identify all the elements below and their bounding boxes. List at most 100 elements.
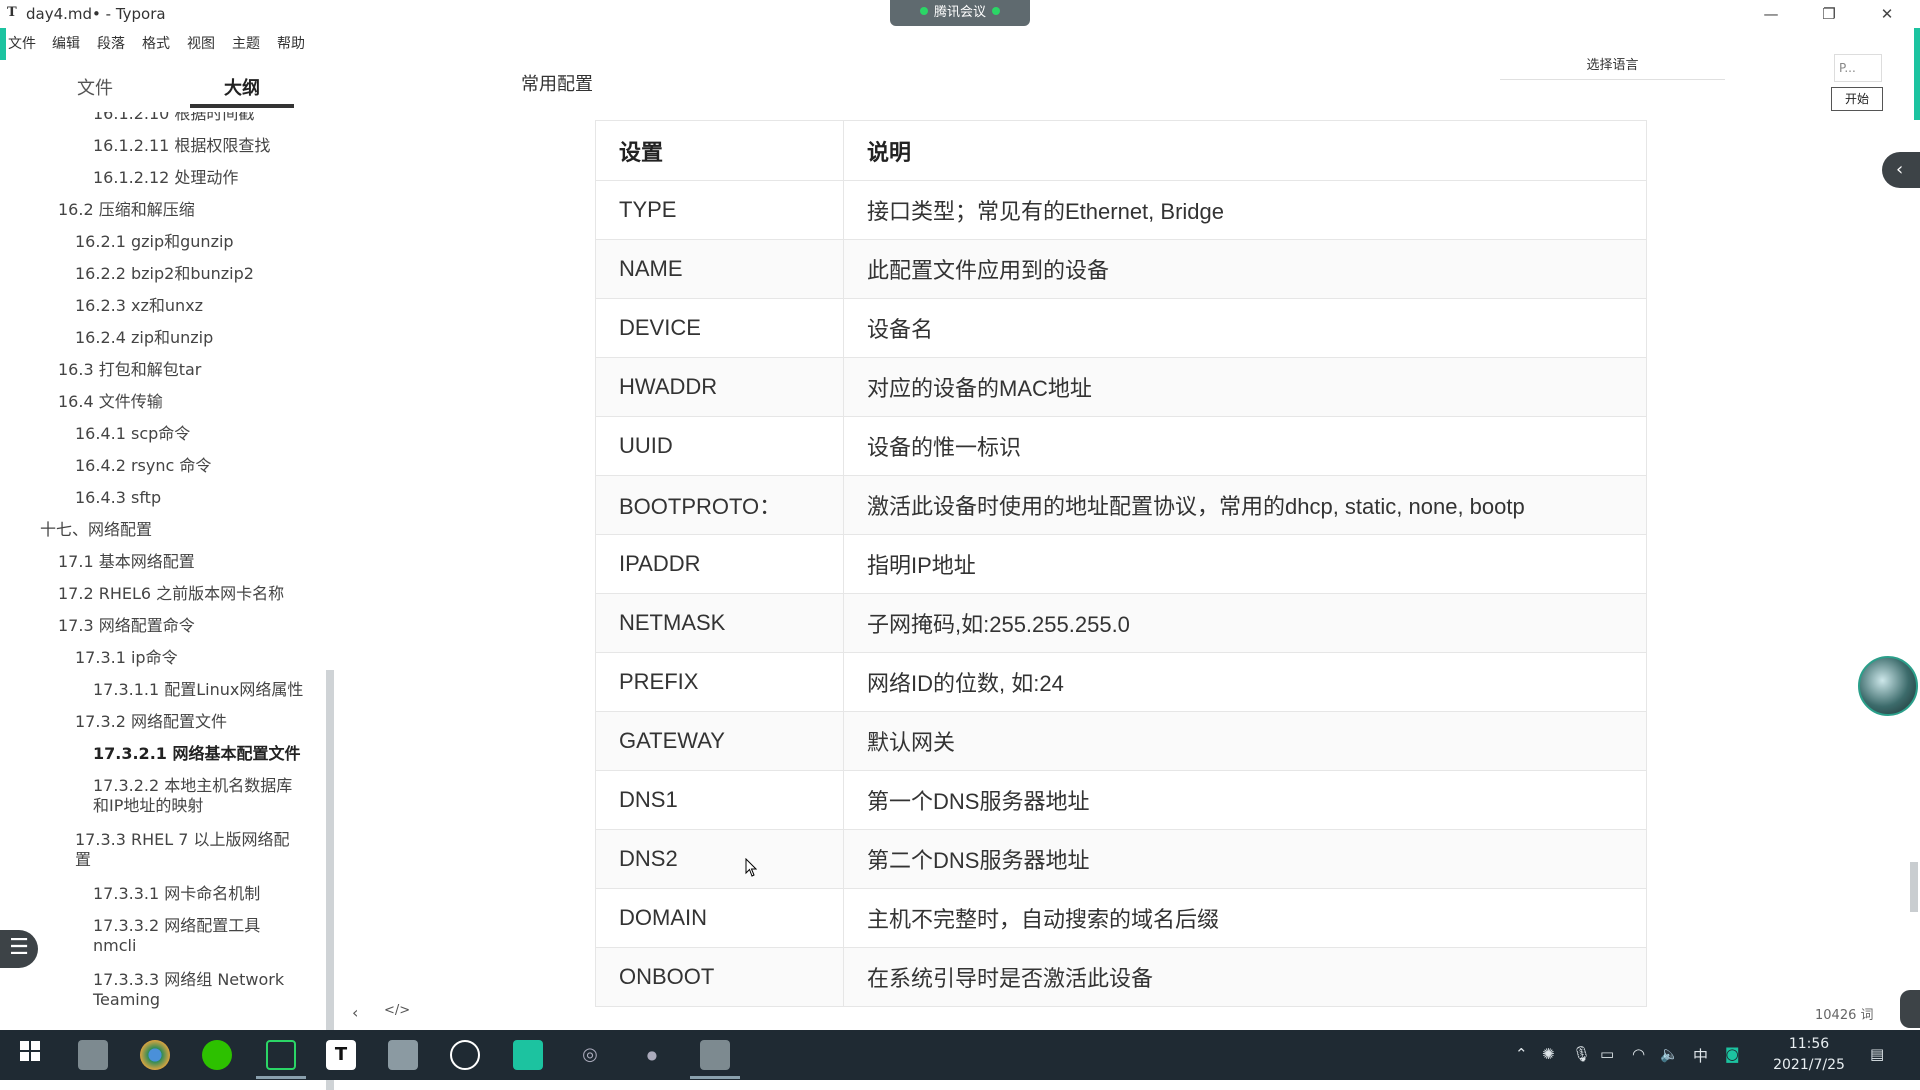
outline-item[interactable]: 17.2 RHEL6 之前版本网卡名称: [58, 584, 284, 604]
table-row: NETMASK 子网掩码,如:255.255.255.0: [595, 593, 1647, 653]
language-select[interactable]: 选择语言: [1500, 54, 1725, 80]
outline-item-label: 17.3.1 ip命令: [75, 648, 178, 667]
qq-icon[interactable]: ◙: [1725, 1045, 1740, 1063]
source-code-mode-icon[interactable]: </>: [384, 1003, 410, 1018]
microphone-icon[interactable]: 🎙: [1572, 1045, 1591, 1063]
setting-cell: UUID: [595, 416, 844, 476]
outline-item-label-cont: 置: [75, 850, 92, 869]
menu-paragraph[interactable]: 段落: [97, 33, 125, 53]
wechat-icon[interactable]: [202, 1040, 232, 1070]
notification-icon[interactable]: ▤: [1870, 1045, 1884, 1063]
clock[interactable]: 11:56 2021/7/25: [1764, 1034, 1854, 1076]
outline-item[interactable]: 十七、网络配置: [40, 520, 152, 540]
outline-item[interactable]: 17.3.2 网络配置文件: [75, 712, 227, 732]
outline-item[interactable]: 16.1.2.12 处理动作: [93, 168, 238, 188]
outline-item[interactable]: 17.1 基本网络配置: [58, 552, 195, 572]
menu-help[interactable]: 帮助: [277, 33, 305, 53]
mouse-cursor-icon: [745, 858, 757, 877]
table-row: DOMAIN 主机不完整时，自动搜索的域名后缀: [595, 888, 1647, 948]
outline-item[interactable]: 17.3.2.1 网络基本配置文件: [93, 744, 300, 764]
outline-item-label: 16.3 打包和解包tar: [58, 360, 202, 379]
outline-item[interactable]: 17.3 网络配置命令: [58, 616, 195, 636]
avatar[interactable]: [1858, 656, 1918, 716]
battery-icon[interactable]: ▭: [1600, 1045, 1614, 1063]
mini-panel-field[interactable]: P...: [1834, 54, 1882, 82]
outline-item-label: 16.2.4 zip和unzip: [75, 328, 214, 347]
clock-date: 2021/7/25: [1773, 1057, 1845, 1073]
outline-item[interactable]: 16.1.2.11 根据权限查找: [93, 136, 270, 156]
typora-icon[interactable]: T: [326, 1040, 356, 1070]
outline-item[interactable]: 17.3.3.3 网络组 Network Teaming: [93, 970, 284, 1010]
typora-window-icon[interactable]: [78, 1040, 108, 1070]
outline-item-label: 17.3.2 网络配置文件: [75, 712, 227, 731]
outline-item[interactable]: 17.3.1.1 配置Linux网络属性: [93, 680, 303, 700]
ime-indicator[interactable]: 中: [1693, 1045, 1708, 1066]
description-cell: 第二个DNS服务器地址: [843, 829, 1647, 889]
outline-item[interactable]: 17.3.3.2 网络配置工具 nmcli: [93, 916, 260, 956]
description-cell: 第一个DNS服务器地址: [843, 770, 1647, 830]
file-explorer-icon[interactable]: [388, 1040, 418, 1070]
menu-file[interactable]: 文件: [8, 33, 36, 53]
obs-icon[interactable]: [450, 1040, 480, 1070]
collapse-sidebar-icon[interactable]: ‹: [352, 1003, 358, 1022]
tencent-meeting-bar[interactable]: 腾讯会议: [890, 0, 1030, 26]
outline-item-label: 17.2 RHEL6 之前版本网卡名称: [58, 584, 285, 603]
clock-time: 11:56: [1788, 1036, 1830, 1052]
outline-item[interactable]: 17.3.2.2 本地主机名数据库 和IP地址的映射: [93, 776, 292, 816]
toc-menu-icon[interactable]: ☰: [0, 930, 38, 968]
outline-item[interactable]: 16.3 打包和解包tar: [58, 360, 201, 380]
start-button[interactable]: 开始: [1831, 87, 1883, 111]
outline-item[interactable]: 17.3.3 RHEL 7 以上版网络配置: [75, 830, 290, 870]
maximize-button[interactable]: ❐: [1806, 2, 1852, 26]
outline-item[interactable]: 16.4.2 rsync 命令: [75, 456, 211, 476]
outline-item[interactable]: 16.2.2 bzip2和bunzip2: [75, 264, 254, 284]
outline-item[interactable]: 16.2.1 gzip和gunzip: [75, 232, 234, 252]
menu-view[interactable]: 视图: [187, 33, 215, 53]
tray-app-icon[interactable]: ✺: [1542, 1045, 1555, 1063]
description-cell: 在系统引导时是否激活此设备: [843, 947, 1647, 1007]
meeting-status-icon: [919, 7, 928, 15]
outline-item-label: 17.3.3 RHEL 7 以上版网络配: [75, 830, 290, 849]
outline-item[interactable]: 16.2.4 zip和unzip: [75, 328, 213, 348]
menu-format[interactable]: 格式: [142, 33, 170, 53]
xshell-icon[interactable]: [513, 1040, 543, 1070]
outline-item[interactable]: 17.3.3.1 网卡命名机制: [93, 884, 260, 904]
sidebar-scrollbar[interactable]: [326, 670, 334, 1090]
editor-scrollbar[interactable]: [1910, 862, 1918, 912]
tab-files[interactable]: 文件: [77, 74, 113, 100]
menu-theme[interactable]: 主题: [232, 33, 260, 53]
chevron-up-icon[interactable]: ⌃: [1515, 1045, 1528, 1063]
close-button[interactable]: ✕: [1864, 2, 1910, 26]
setting-cell: GATEWAY: [595, 711, 844, 771]
screen-recorder-icon[interactable]: [266, 1040, 296, 1070]
outline-item-label: 16.1.2.11 根据权限查找: [93, 136, 271, 155]
menu-edit[interactable]: 编辑: [52, 33, 80, 53]
setting-cell: NAME: [595, 239, 844, 299]
minimize-button[interactable]: —: [1748, 2, 1794, 26]
outline-item[interactable]: 16.2.3 xz和unxz: [75, 296, 203, 316]
outline-item[interactable]: 16.4.1 scp命令: [75, 424, 190, 444]
volume-icon[interactable]: 🔈: [1660, 1045, 1679, 1063]
tab-outline[interactable]: 大纲: [224, 74, 260, 100]
word-count[interactable]: 10426 词: [1815, 1004, 1874, 1023]
table-row: DNS1 第一个DNS服务器地址: [595, 770, 1647, 830]
description-cell: 指明IP地址: [843, 534, 1647, 594]
chrome-icon[interactable]: [140, 1040, 170, 1070]
outline-item-label: 16.4.2 rsync 命令: [75, 456, 212, 475]
side-handle[interactable]: [1900, 990, 1920, 1028]
outline-item-label: 16.1.2.10 根据时间戳: [93, 112, 255, 123]
outline-item[interactable]: 16.1.2.10 根据时间戳: [93, 112, 254, 124]
network-tool-icon[interactable]: ◎: [575, 1040, 605, 1070]
typora-active-icon[interactable]: [700, 1040, 730, 1070]
outline-item-label: 十七、网络配置: [40, 520, 153, 539]
outline-item[interactable]: 16.4.3 sftp: [75, 488, 161, 508]
chevron-left-icon[interactable]: ‹: [1882, 152, 1920, 188]
outline-item[interactable]: 17.3.1 ip命令: [75, 648, 178, 668]
settings-tool-icon[interactable]: ●: [637, 1040, 667, 1070]
windows-start-icon[interactable]: [15, 1040, 45, 1070]
outline-item[interactable]: 16.2 压缩和解压缩: [58, 200, 195, 220]
description-cell: 设备名: [843, 298, 1647, 358]
outline-item[interactable]: 16.4 文件传输: [58, 392, 163, 412]
setting-cell: IPADDR: [595, 534, 844, 594]
wifi-icon[interactable]: ◠: [1632, 1045, 1645, 1063]
